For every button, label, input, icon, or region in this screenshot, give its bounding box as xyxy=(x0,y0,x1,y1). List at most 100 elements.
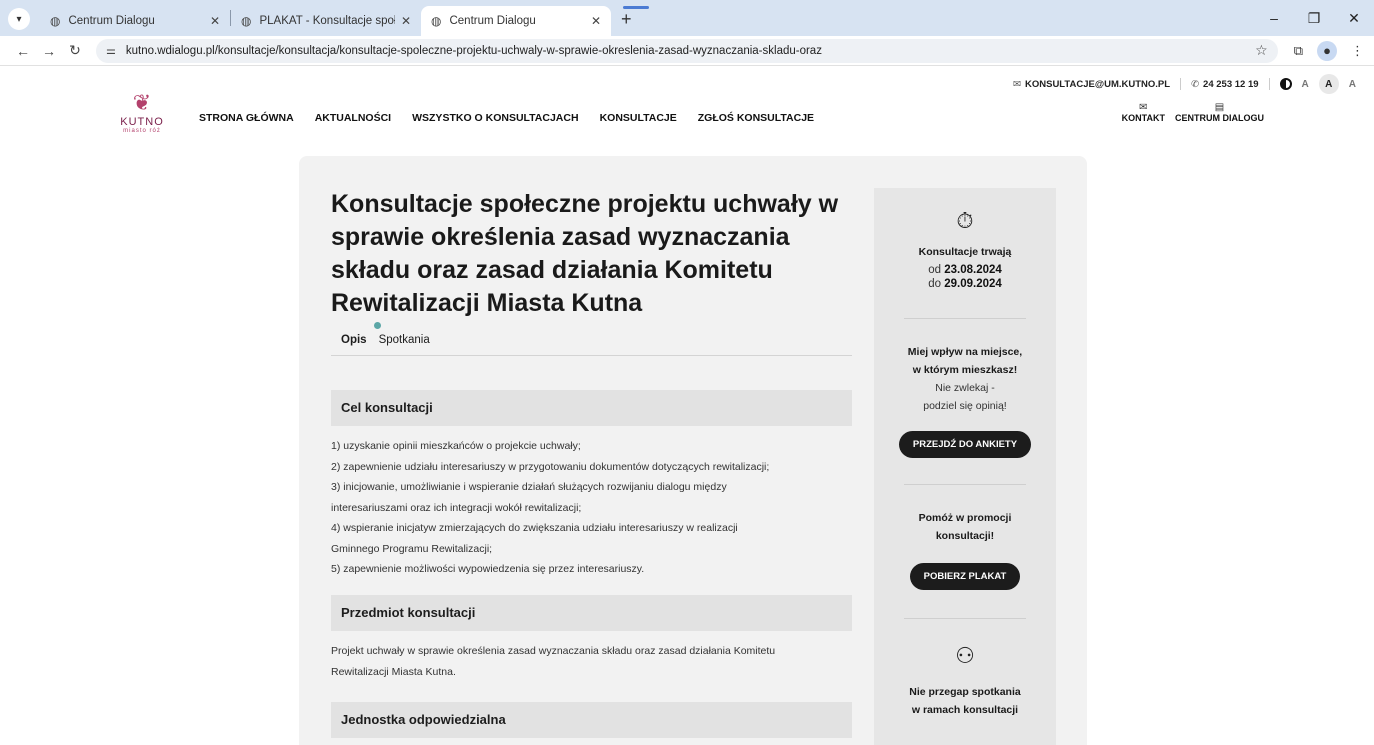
survey-button[interactable]: PRZEJDŹ DO ANKIETY xyxy=(898,431,1032,458)
forward-icon[interactable]: → xyxy=(36,43,62,59)
download-poster-button[interactable]: POBIERZ PLAKAT xyxy=(909,563,1021,590)
browser-tabbar: ▾ ◍ Centrum Dialogu ✕ ◍ PLAKAT - Konsult… xyxy=(0,0,1374,36)
browser-addressbar: ← → ↻ ⚌ kutno.wdialogu.pl/konsultacje/ko… xyxy=(0,36,1374,66)
from-prefix: od xyxy=(928,264,942,276)
meeting-headline: w ramach konsultacji xyxy=(911,704,1019,716)
survey-promo: Miej wpływ na miejsce, w którym mieszkas… xyxy=(874,343,1056,415)
chat-icon: ▤ xyxy=(1214,102,1225,113)
nav-item-about[interactable]: WSZYSTKO O KONSULTACJACH xyxy=(412,112,578,124)
contact-label: KONTAKT xyxy=(1121,113,1165,123)
tab-title: PLAKAT - Konsultacje społeczne xyxy=(259,15,395,27)
poster-promo: Pomóż w promocji konsultacji! xyxy=(874,509,1056,545)
email-link[interactable]: ✉ KONSULTACJE@UM.KUTNO.PL xyxy=(1013,79,1170,90)
text-line: Rewitalizacji Miasta Kutna. xyxy=(331,665,456,678)
browser-tab-2[interactable]: ◍ PLAKAT - Konsultacje społeczne ✕ xyxy=(231,6,421,36)
dialog-center-label: CENTRUM DIALOGU xyxy=(1175,113,1264,123)
contrast-toggle-icon[interactable] xyxy=(1279,78,1292,90)
close-icon[interactable]: ✕ xyxy=(401,14,411,28)
section-text: Projekt uchwały w sprawie określenia zas… xyxy=(331,641,861,682)
utility-bar: ✉ KONSULTACJE@UM.KUTNO.PL ✆ 24 253 12 19 A… xyxy=(1013,74,1356,94)
date-from: od 23.08.2024 xyxy=(874,264,1056,276)
text-line: Gminnego Programu Rewitalizacji; xyxy=(331,542,493,555)
profile-avatar[interactable]: ● xyxy=(1317,40,1337,61)
meeting-icon: ⚇ xyxy=(955,643,975,668)
page-body: ✉ KONSULTACJE@UM.KUTNO.PL ✆ 24 253 12 19 A… xyxy=(0,66,1374,745)
main-nav: STRONA GŁÓWNA AKTUALNOŚCI WSZYSTKO O KON… xyxy=(199,112,814,124)
date-to: do 29.09.2024 xyxy=(874,278,1056,290)
logo-name: KUTNO xyxy=(120,116,164,128)
font-size-small-button[interactable]: A xyxy=(1302,79,1309,90)
logo-tagline: miasto róż xyxy=(123,128,161,134)
close-icon[interactable]: ✕ xyxy=(591,14,601,28)
to-date: 29.09.2024 xyxy=(944,278,1002,290)
font-size-large-button[interactable]: A xyxy=(1349,79,1356,90)
text-line: 5) zapewnienie możliwości wypowiedzenia … xyxy=(331,563,645,575)
text-line: 2) zapewnienie udziału interesariuszy w … xyxy=(331,460,770,473)
text-line: Projekt uchwały w sprawie określenia zas… xyxy=(331,645,776,657)
notification-dot xyxy=(374,322,381,329)
divider xyxy=(1268,78,1270,90)
phone-icon: ✆ xyxy=(1191,78,1200,90)
restore-icon[interactable]: ❐ xyxy=(1294,10,1334,27)
nav-item-submit[interactable]: ZGŁOŚ KONSULTACJE xyxy=(698,112,814,124)
promo-headline: konsultacji! xyxy=(935,530,995,542)
tab-description[interactable]: Opis xyxy=(341,322,381,355)
browser-tab-1[interactable]: ◍ Centrum Dialogu ✕ xyxy=(40,6,230,36)
nav-item-dialog-center[interactable]: ▤ CENTRUM DIALOGU xyxy=(1175,102,1264,123)
text-line: 4) wspieranie inicjatyw zmierzających do… xyxy=(331,522,738,534)
globe-icon: ◍ xyxy=(50,14,61,28)
divider xyxy=(904,484,1026,485)
nav-item-contact[interactable]: ✉ KONTAKT xyxy=(1122,102,1165,123)
to-prefix: do xyxy=(928,278,942,290)
minimize-icon[interactable]: – xyxy=(1254,10,1294,26)
new-tab-icon[interactable]: + xyxy=(621,9,632,30)
divider xyxy=(904,618,1026,619)
duration-label: Konsultacje trwają xyxy=(918,246,1012,258)
window-controls: – ❐ ✕ xyxy=(1254,0,1374,36)
divider xyxy=(1180,78,1182,90)
url-text: kutno.wdialogu.pl/konsultacje/konsultacj… xyxy=(125,44,822,57)
text-line: interesariuszami oraz ich integracji wok… xyxy=(331,501,582,514)
tab-highlight xyxy=(623,6,649,9)
section-heading: Przedmiot konsultacji xyxy=(331,595,852,631)
survey-text: podziel się opinią! xyxy=(923,400,1007,412)
bookmark-star-icon[interactable]: ☆ xyxy=(1255,42,1268,59)
tab-label: Opis xyxy=(341,334,367,346)
phone-link[interactable]: ✆ 24 253 12 19 xyxy=(1191,79,1258,90)
tab-search-icon[interactable]: ▾ xyxy=(8,8,30,30)
text-line: 3) inicjowanie, umożliwianie i wspierani… xyxy=(331,481,727,493)
secondary-nav: ✉ KONTAKT ▤ CENTRUM DIALOGU xyxy=(1122,102,1264,123)
site-info-icon[interactable]: ⚌ xyxy=(106,44,116,57)
menu-icon[interactable]: ⋮ xyxy=(1351,43,1364,59)
consultation-sidebar: ⏱ Konsultacje trwają od 23.08.2024 do 29… xyxy=(874,188,1056,745)
url-input[interactable]: ⚌ kutno.wdialogu.pl/konsultacje/konsulta… xyxy=(96,38,1278,63)
nav-item-news[interactable]: AKTUALNOŚCI xyxy=(315,112,391,124)
from-date: 23.08.2024 xyxy=(944,264,1002,276)
nav-item-consultations[interactable]: KONSULTACJE xyxy=(600,112,677,124)
meeting-headline: Nie przegap spotkania xyxy=(909,686,1021,698)
back-icon[interactable]: ← xyxy=(10,43,36,59)
site-logo[interactable]: ❦ KUTNO miasto róż xyxy=(110,90,174,135)
reload-icon[interactable]: ↻ xyxy=(62,42,88,59)
tab-title: Centrum Dialogu xyxy=(68,15,155,27)
close-icon[interactable]: ✕ xyxy=(210,14,220,28)
globe-icon: ◍ xyxy=(241,14,252,28)
nav-item-home[interactable]: STRONA GŁÓWNA xyxy=(199,112,294,124)
survey-headline: w którym mieszkasz! xyxy=(912,364,1018,376)
extensions-icon[interactable]: ⧉ xyxy=(1294,43,1303,59)
tab-meetings[interactable]: Spotkania xyxy=(379,334,430,355)
content-tabs: Opis Spotkania xyxy=(331,322,852,356)
survey-headline: Miej wpływ na miejsce, xyxy=(907,346,1023,358)
rose-logo-icon: ❦ xyxy=(132,90,152,115)
browser-tab-3[interactable]: ◍ Centrum Dialogu ✕ xyxy=(421,6,611,36)
globe-icon: ◍ xyxy=(431,14,442,28)
promo-headline: Pomóż w promocji xyxy=(918,512,1012,524)
mail-icon: ✉ xyxy=(1013,78,1021,90)
phone-text: 24 253 12 19 xyxy=(1203,78,1259,90)
divider xyxy=(904,318,1026,319)
mail-icon: ✉ xyxy=(1139,102,1148,113)
close-window-icon[interactable]: ✕ xyxy=(1334,10,1374,27)
email-text: KONSULTACJE@UM.KUTNO.PL xyxy=(1025,78,1171,90)
page-title: Konsultacje społeczne projektu uchwały w… xyxy=(331,190,839,317)
font-size-normal-button[interactable]: A xyxy=(1318,74,1339,94)
